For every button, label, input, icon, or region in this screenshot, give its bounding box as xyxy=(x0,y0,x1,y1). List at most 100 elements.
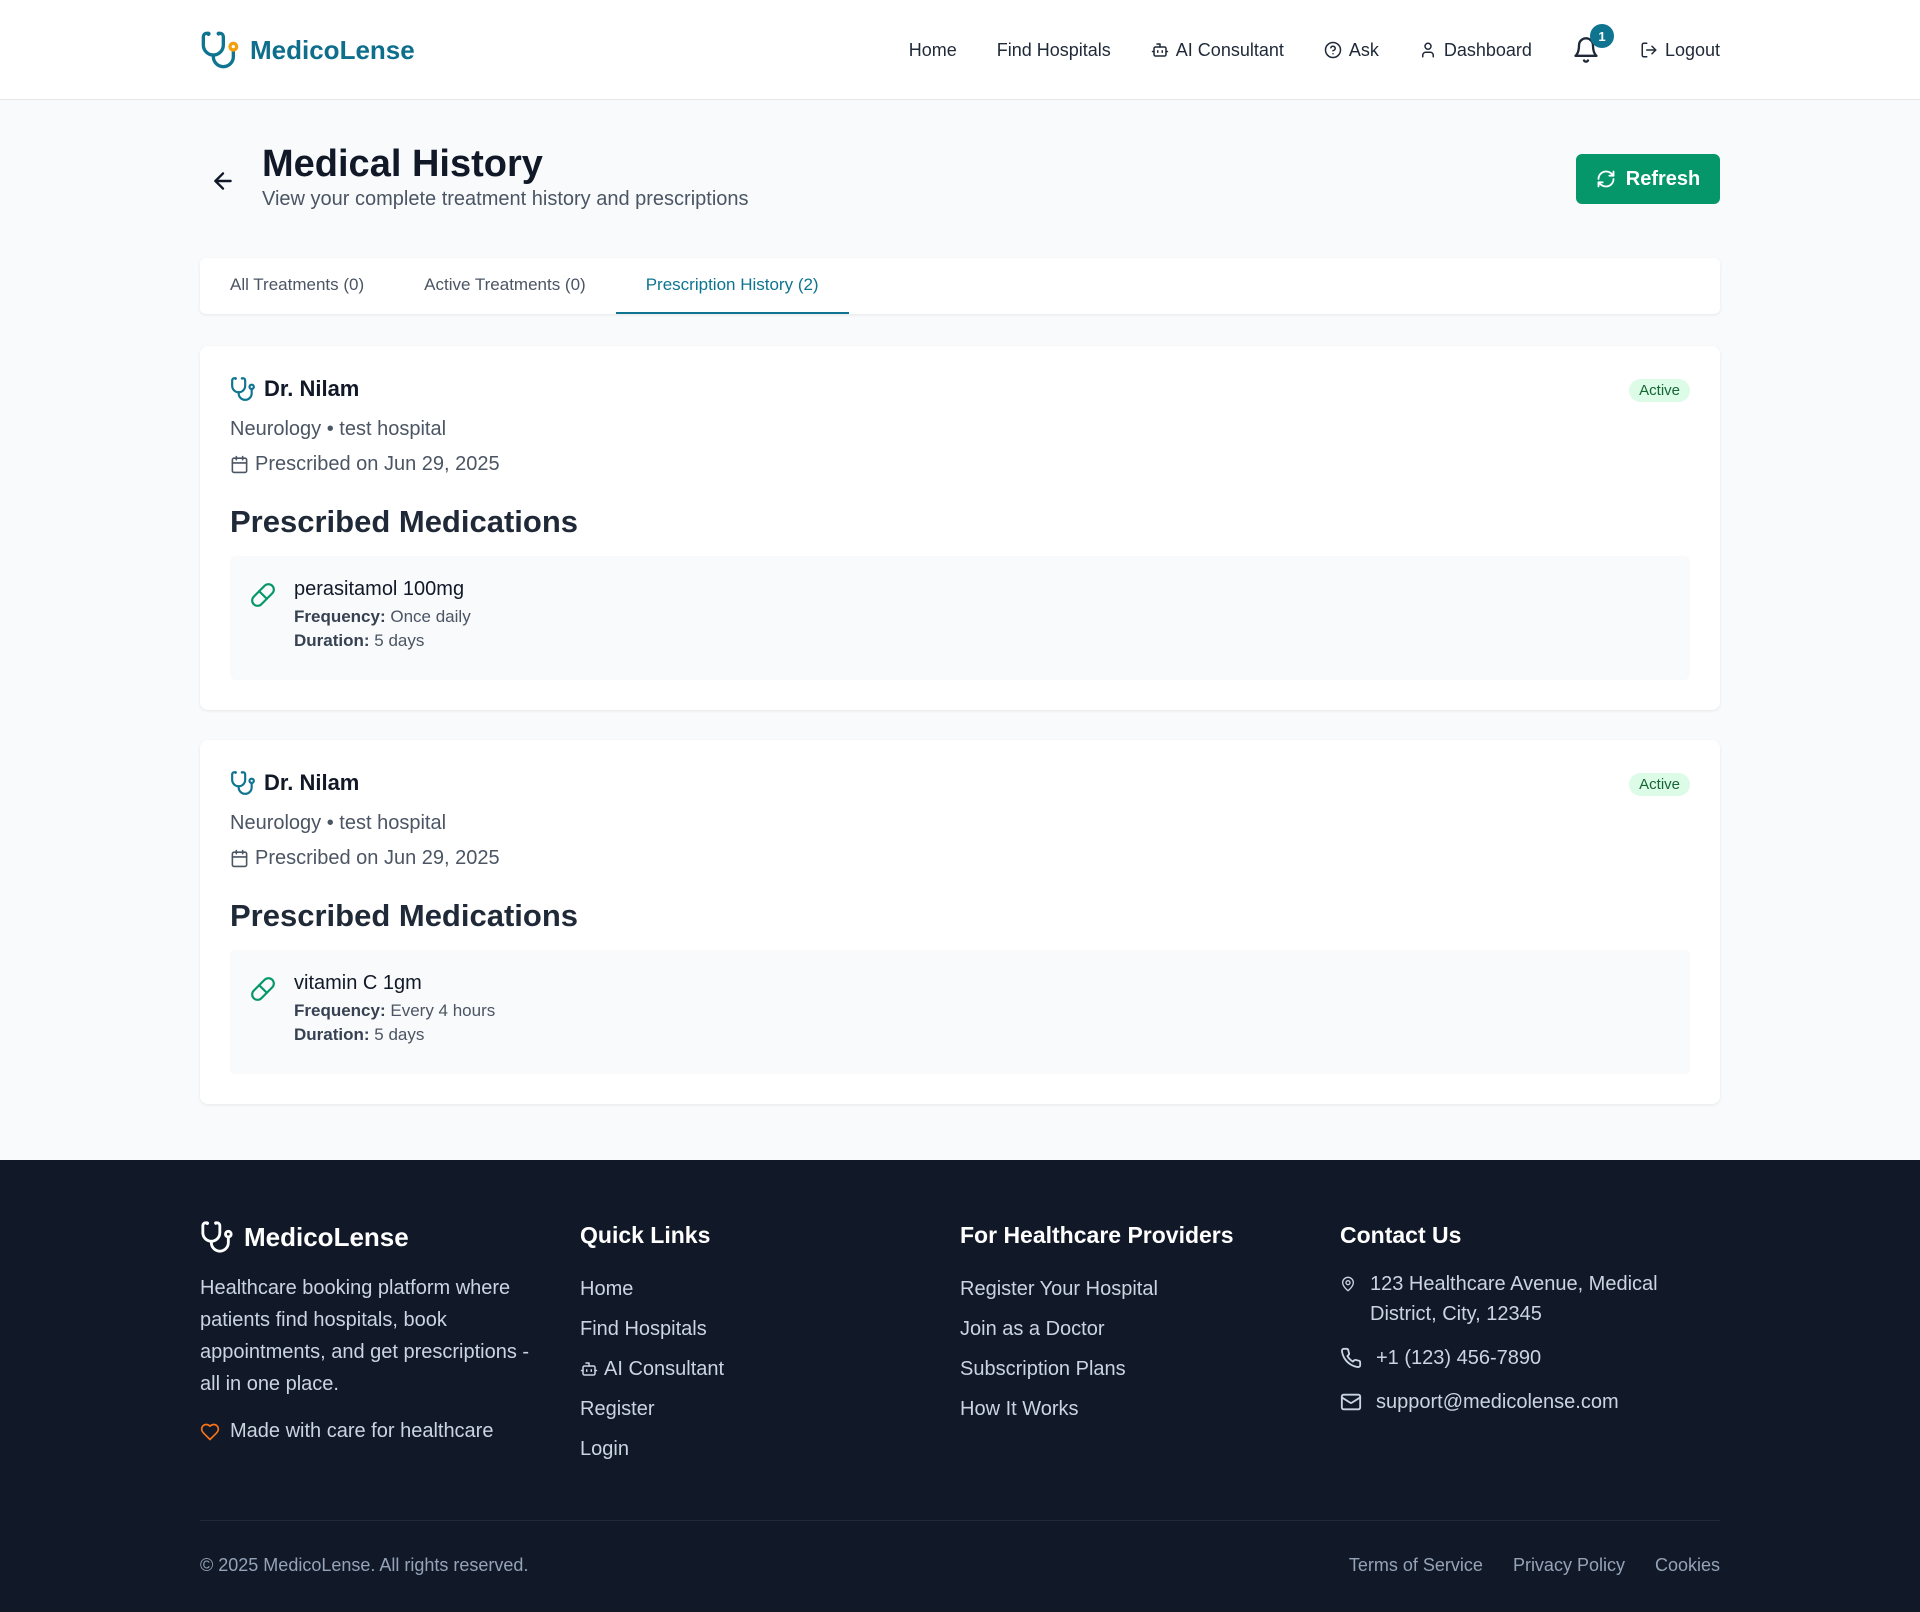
contact-phone-text: +1 (123) 456-7890 xyxy=(1376,1347,1542,1369)
nav-ask-label: Ask xyxy=(1348,39,1379,60)
duration-label: Duration: xyxy=(294,1025,370,1044)
status-badge: Active xyxy=(1629,773,1690,796)
medication-item: perasitamol 100mg Frequency: Once daily … xyxy=(230,556,1690,680)
bot-icon xyxy=(1151,41,1169,59)
nav-ask[interactable]: Ask xyxy=(1324,40,1379,61)
main-content: Medical History View your complete treat… xyxy=(200,140,1720,1104)
footer-description: Healthcare booking platform where patien… xyxy=(200,1277,530,1395)
footer-link-how-it-works[interactable]: How It Works xyxy=(960,1389,1340,1429)
footer-link-ai-consultant-label: AI Consultant xyxy=(604,1357,725,1380)
nav-logout[interactable]: Logout xyxy=(1640,40,1720,61)
calendar-icon xyxy=(230,849,249,868)
logout-icon xyxy=(1640,41,1658,59)
mail-icon xyxy=(1340,1391,1362,1413)
tab-all-treatments[interactable]: All Treatments (0) xyxy=(200,258,394,314)
refresh-icon xyxy=(1596,169,1616,189)
footer-link-subscription-plans[interactable]: Subscription Plans xyxy=(960,1349,1340,1389)
stethoscope-icon xyxy=(200,1220,234,1254)
footer-link-register[interactable]: Register xyxy=(580,1389,960,1429)
footer-about: MedicoLense Healthcare booking platform … xyxy=(200,1220,580,1500)
department-hospital: Neurology • test hospital xyxy=(230,812,447,834)
nav-find-hospitals[interactable]: Find Hospitals xyxy=(997,40,1111,61)
footer-link-ai-consultant[interactable]: AI Consultant xyxy=(580,1349,960,1389)
notifications-button[interactable]: 1 xyxy=(1572,24,1614,64)
contact-address-text: 123 Healthcare Avenue, Medical District,… xyxy=(1370,1273,1658,1325)
footer-providers: For Healthcare Providers Register Your H… xyxy=(960,1220,1340,1500)
brand-logo[interactable]: MedicoLense xyxy=(200,30,415,70)
medication-frequency: Frequency: Every 4 hours xyxy=(294,1001,495,1021)
prescribed-date: Prescribed on Jun 29, 2025 xyxy=(255,847,500,869)
page-subtitle: View your complete treatment history and… xyxy=(262,188,749,210)
contact-heading: Contact Us xyxy=(1340,1222,1462,1248)
duration-value: 5 days xyxy=(374,1025,425,1044)
providers-heading: For Healthcare Providers xyxy=(960,1222,1234,1248)
prescribed-date: Prescribed on Jun 29, 2025 xyxy=(255,453,500,475)
contact-email-text: support@medicolense.com xyxy=(1376,1391,1619,1413)
refresh-button[interactable]: Refresh xyxy=(1576,154,1720,204)
footer-link-join-doctor[interactable]: Join as a Doctor xyxy=(960,1309,1340,1349)
history-tabs: All Treatments (0) Active Treatments (0)… xyxy=(200,258,1720,314)
frequency-value: Once daily xyxy=(390,607,471,626)
frequency-label: Frequency: xyxy=(294,607,386,626)
medication-item: vitamin C 1gm Frequency: Every 4 hours D… xyxy=(230,950,1690,1074)
pill-icon xyxy=(250,582,276,658)
prescription-card: Dr. Nilam Active Neurology • test hospit… xyxy=(200,346,1720,710)
stethoscope-icon xyxy=(230,376,256,402)
duration-label: Duration: xyxy=(294,631,370,650)
bot-icon xyxy=(580,1360,598,1378)
top-header: MedicoLense Home Find Hospitals AI Consu… xyxy=(0,0,1920,100)
phone-icon xyxy=(1340,1347,1362,1369)
notification-count-badge: 1 xyxy=(1589,24,1614,48)
back-button[interactable] xyxy=(210,168,236,194)
user-icon xyxy=(1419,41,1437,59)
arrow-left-icon xyxy=(210,168,236,194)
contact-email[interactable]: support@medicolense.com xyxy=(1340,1387,1720,1417)
nav-ai-consultant-label: AI Consultant xyxy=(1175,39,1284,60)
footer-contact: Contact Us 123 Healthcare Avenue, Medica… xyxy=(1340,1220,1720,1500)
copyright: © 2025 MedicoLense. All rights reserved. xyxy=(200,1554,529,1575)
stethoscope-icon xyxy=(230,770,256,796)
tab-active-treatments[interactable]: Active Treatments (0) xyxy=(394,258,616,314)
quick-links-heading: Quick Links xyxy=(580,1222,711,1248)
medications-heading: Prescribed Medications xyxy=(230,898,579,933)
terms-link[interactable]: Terms of Service xyxy=(1349,1555,1483,1576)
footer-brand-name: MedicoLense xyxy=(244,1221,409,1252)
nav-ai-consultant[interactable]: AI Consultant xyxy=(1151,40,1284,61)
tab-prescription-history[interactable]: Prescription History (2) xyxy=(615,258,849,314)
refresh-label: Refresh xyxy=(1625,167,1701,190)
duration-value: 5 days xyxy=(374,631,425,650)
heart-icon xyxy=(200,1422,220,1442)
medication-duration: Duration: 5 days xyxy=(294,631,471,651)
stethoscope-icon xyxy=(200,30,240,70)
status-badge: Active xyxy=(1629,379,1690,402)
nav-logout-label: Logout xyxy=(1664,39,1720,60)
nav-dashboard[interactable]: Dashboard xyxy=(1419,40,1532,61)
contact-address: 123 Healthcare Avenue, Medical District,… xyxy=(1340,1269,1720,1329)
footer-link-find-hospitals[interactable]: Find Hospitals xyxy=(580,1309,960,1349)
privacy-link[interactable]: Privacy Policy xyxy=(1513,1555,1625,1576)
footer-link-register-hospital[interactable]: Register Your Hospital xyxy=(960,1269,1340,1309)
footer-bottom: © 2025 MedicoLense. All rights reserved.… xyxy=(200,1521,1720,1609)
legal-links: Terms of Service Privacy Policy Cookies xyxy=(1349,1555,1720,1576)
footer-brand[interactable]: MedicoLense xyxy=(200,1220,580,1254)
page-header: Medical History View your complete treat… xyxy=(200,140,1720,258)
pill-icon xyxy=(250,976,276,1052)
footer-link-login[interactable]: Login xyxy=(580,1429,960,1469)
medications-heading: Prescribed Medications xyxy=(230,504,579,539)
medication-name: perasitamol 100mg xyxy=(294,578,465,600)
contact-phone[interactable]: +1 (123) 456-7890 xyxy=(1340,1343,1720,1373)
prescription-card: Dr. Nilam Active Neurology • test hospit… xyxy=(200,740,1720,1104)
medication-frequency: Frequency: Once daily xyxy=(294,607,471,627)
medication-duration: Duration: 5 days xyxy=(294,1025,495,1045)
calendar-icon xyxy=(230,455,249,474)
cookies-link[interactable]: Cookies xyxy=(1655,1555,1720,1576)
nav-home[interactable]: Home xyxy=(909,40,957,61)
nav-find-hospitals-label: Find Hospitals xyxy=(996,39,1111,60)
brand-name: MedicoLense xyxy=(250,34,415,65)
nav-dashboard-label: Dashboard xyxy=(1443,39,1532,60)
footer-link-home[interactable]: Home xyxy=(580,1269,960,1309)
page-title: Medical History xyxy=(262,143,543,185)
help-circle-icon xyxy=(1324,41,1342,59)
map-pin-icon xyxy=(1340,1275,1356,1293)
doctor-name: Dr. Nilam xyxy=(264,770,360,795)
